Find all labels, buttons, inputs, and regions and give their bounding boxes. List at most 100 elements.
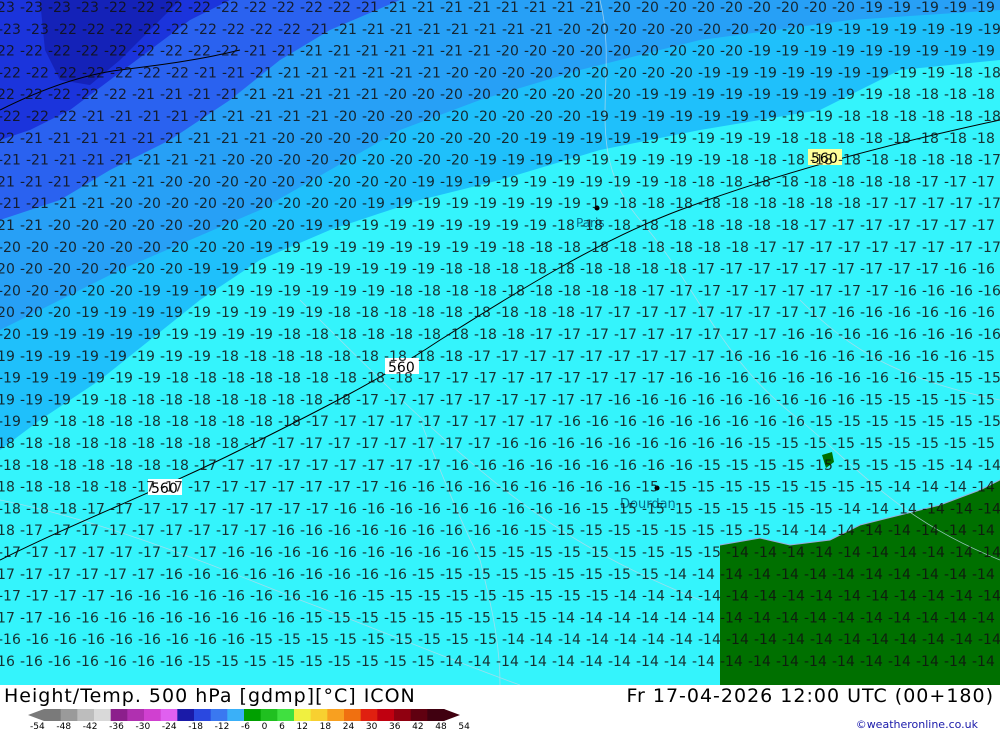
- temperature-label: -16: [132, 610, 155, 626]
- temperature-label: -19: [194, 327, 217, 343]
- temperature-label: -18: [446, 327, 469, 343]
- temperature-label: -15: [810, 458, 833, 474]
- temperature-label: -19: [356, 262, 379, 278]
- temperature-label: -17: [194, 545, 217, 561]
- temperature-label: -17: [160, 480, 183, 496]
- temperature-label: -16: [698, 414, 721, 430]
- temperature-label: -21: [110, 109, 133, 125]
- temperature-label: -14: [614, 589, 637, 605]
- temperature-label: -16: [306, 589, 329, 605]
- temperature-label: -21: [272, 87, 295, 103]
- temperature-label: -18: [54, 458, 77, 474]
- temperature-label: -20: [328, 174, 351, 190]
- temperature-label: -17: [642, 371, 665, 387]
- temperature-label: -22: [20, 44, 43, 60]
- temperature-label: -14: [782, 545, 805, 561]
- temperature-label: -17: [726, 327, 749, 343]
- temperature-label: -22: [222, 22, 245, 38]
- temperature-label: -20: [222, 240, 245, 256]
- temperature-label: -17: [194, 458, 217, 474]
- temperature-label: -18: [440, 305, 463, 321]
- temperature-label: -16: [832, 392, 855, 408]
- temperature-label: -16: [82, 632, 105, 648]
- temperature-label: -20: [244, 174, 267, 190]
- temperature-label: -17: [474, 371, 497, 387]
- temperature-label: -18: [972, 131, 995, 147]
- temperature-label: -17: [552, 349, 575, 365]
- temperature-label: -15: [804, 436, 827, 452]
- temperature-label: -20: [166, 240, 189, 256]
- temperature-label: -18: [110, 414, 133, 430]
- temperature-label: -16: [978, 327, 1000, 343]
- temperature-label: -20: [440, 131, 463, 147]
- temperature-label: -18: [328, 305, 351, 321]
- temperature-label: -18: [222, 414, 245, 430]
- scale-tick-label: 30: [365, 722, 378, 732]
- temperature-label: -14: [866, 632, 889, 648]
- temperature-label: -21: [76, 131, 99, 147]
- temperature-label: -18: [334, 371, 357, 387]
- temperature-label: -21: [222, 109, 245, 125]
- temperature-label: -21: [496, 0, 519, 16]
- temperature-label: -16: [580, 480, 603, 496]
- temperature-label: -15: [468, 567, 491, 583]
- temperature-label: -14: [496, 654, 519, 670]
- temperature-label: -17: [356, 392, 379, 408]
- temperature-label: -19: [440, 218, 463, 234]
- scale-segment: [44, 709, 62, 721]
- temperature-label: -20: [0, 283, 21, 299]
- temperature-label: -16: [866, 371, 889, 387]
- temperature-label: -16: [418, 501, 441, 517]
- temperature-label: -17: [412, 392, 435, 408]
- temperature-label: -19: [412, 262, 435, 278]
- temperature-label: -15: [972, 436, 995, 452]
- temperature-label: -16: [664, 436, 687, 452]
- temperature-label: -18: [950, 65, 973, 81]
- temperature-label: -18: [832, 174, 855, 190]
- temperature-label: -21: [188, 131, 211, 147]
- temperature-label: -17: [496, 349, 519, 365]
- temperature-label: -18: [776, 174, 799, 190]
- temperature-label: -16: [894, 371, 917, 387]
- temperature-label: -17: [614, 327, 637, 343]
- temperature-label: -14: [944, 610, 967, 626]
- temperature-label: -21: [82, 109, 105, 125]
- temperature-label: -19: [132, 349, 155, 365]
- temperature-label: -16: [390, 545, 413, 561]
- temperature-label: -19: [446, 196, 469, 212]
- temperature-label: -20: [132, 262, 155, 278]
- temperature-label: -19: [804, 44, 827, 60]
- temperature-label: -18: [474, 283, 497, 299]
- temperature-label: -16: [188, 567, 211, 583]
- temperature-label: -18: [272, 349, 295, 365]
- temperature-label: -17: [832, 262, 855, 278]
- temperature-label: -19: [300, 262, 323, 278]
- temperature-label: -20: [636, 44, 659, 60]
- temperature-label: -16: [614, 458, 637, 474]
- temperature-label: -17: [552, 392, 575, 408]
- scale-segment: [110, 709, 128, 721]
- temperature-label: -20: [138, 196, 161, 212]
- temperature-label: -20: [20, 262, 43, 278]
- temperature-label: -16: [944, 262, 967, 278]
- temperature-label: -19: [922, 65, 945, 81]
- temperature-label: -19: [54, 327, 77, 343]
- credit-link[interactable]: ©weatheronline.co.uk: [856, 718, 978, 731]
- temperature-label: -22: [0, 109, 21, 125]
- temperature-label: -18: [698, 196, 721, 212]
- temperature-label: -18: [614, 196, 637, 212]
- temperature-label: -17: [250, 458, 273, 474]
- temperature-label: -21: [306, 22, 329, 38]
- temperature-label: -20: [586, 65, 609, 81]
- temperature-label: -15: [328, 654, 351, 670]
- temperature-label: -23: [76, 0, 99, 16]
- temperature-label: -16: [838, 371, 861, 387]
- temperature-label: -17: [418, 414, 441, 430]
- temperature-label: -20: [692, 0, 715, 16]
- temperature-label: -18: [0, 436, 15, 452]
- temperature-label: -15: [524, 523, 547, 539]
- temperature-label: -17: [804, 218, 827, 234]
- temperature-label: -18: [166, 458, 189, 474]
- temperature-label: -14: [978, 458, 1000, 474]
- temperature-label: -18: [524, 262, 547, 278]
